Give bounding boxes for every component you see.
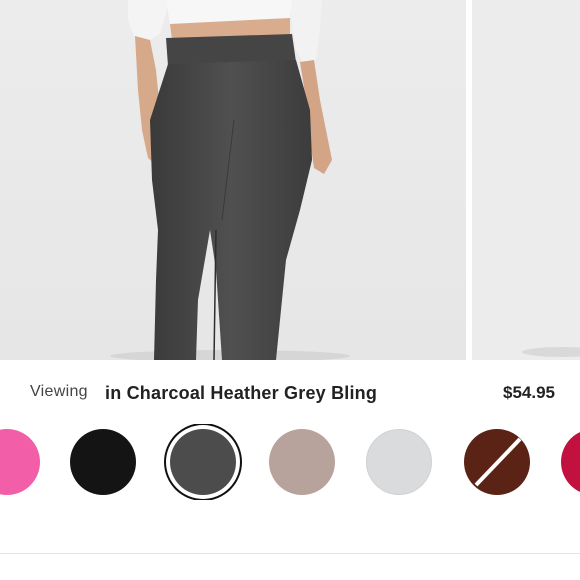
swatch-taupe-heather[interactable]: [269, 429, 335, 495]
selected-color-name: in Charcoal Heather Grey Bling: [105, 383, 378, 403]
product-image-main[interactable]: [0, 0, 466, 360]
swatch-brown-unavailable[interactable]: [464, 429, 530, 495]
swatch-pink[interactable]: [0, 429, 40, 495]
product-price: $54.95: [503, 383, 555, 402]
next-image-partial: [472, 0, 580, 360]
model-wearing-pants-image: [0, 0, 466, 360]
product-image-gallery[interactable]: [0, 0, 580, 360]
swatch-red[interactable]: [561, 429, 580, 495]
product-image-next[interactable]: [472, 0, 580, 360]
selected-color-row: Viewing in Charcoal Heather Grey Bling $…: [0, 372, 580, 412]
swatch-charcoal-heather-grey[interactable]: [170, 429, 236, 495]
viewing-label: Viewing: [30, 383, 88, 400]
unavailable-slash-icon: [474, 437, 522, 487]
section-divider: [0, 553, 580, 554]
swatch-black[interactable]: [70, 429, 136, 495]
color-swatch-list[interactable]: [0, 424, 580, 500]
swatch-light-heather-grey[interactable]: [366, 429, 432, 495]
